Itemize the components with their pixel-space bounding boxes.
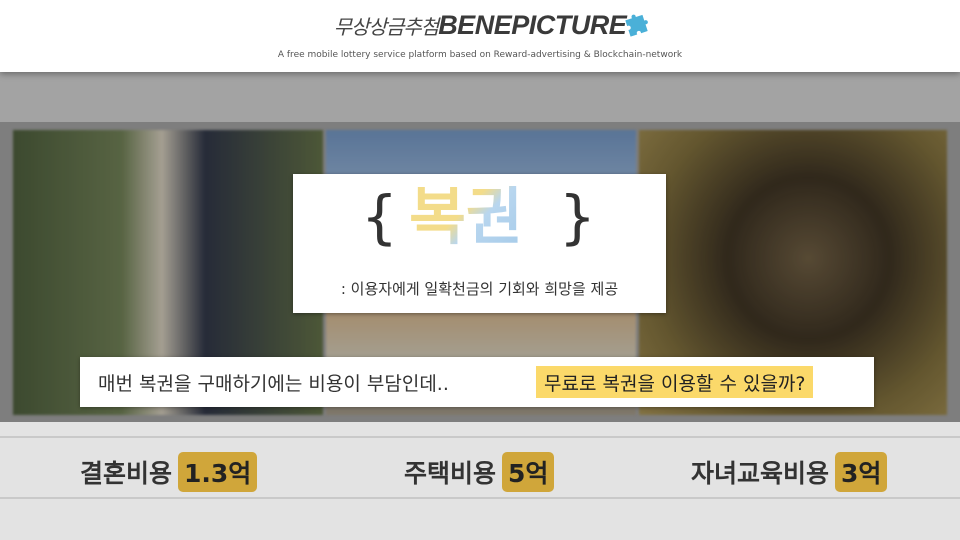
lottery-card: { 복권 } : 이용자에게 일확천금의 기회와 희망을 제공 [293,174,666,313]
header: 무상상금추첨BENEPICTURE A free mobile lottery … [0,0,960,72]
question-text: 매번 복권을 구매하기에는 비용이 부담인데.. [98,373,449,395]
brand-title: 무상상금추첨BENEPICTURE [0,10,960,46]
puzzle-piece-icon [625,14,648,37]
cost-label: 주택비용 [404,459,497,488]
brace-close: } [559,183,596,251]
cost-label: 결혼비용 [80,459,173,488]
question-highlight: 무료로 복권을 이용할 수 있을까? [536,366,814,398]
background-band [0,72,960,122]
cost-label: 자녀교육비용 [691,459,830,488]
divider-top [0,436,960,438]
cost-housing: 주택비용 5억 [404,452,555,492]
tagline: A free mobile lottery service platform b… [277,50,683,60]
brand-korean: 무상상금추첨 [333,15,439,39]
cost-education: 자녀교육비용 3억 [691,452,888,492]
lottery-description: : 이용자에게 일확천금의 기회와 희망을 제공 [340,280,619,298]
cost-amount: 1.3억 [178,452,258,492]
cost-amount: 5억 [502,452,555,492]
brace-open: { [361,183,398,251]
lottery-word: 복권 [409,180,524,253]
cost-amount: 3억 [835,452,888,492]
brand-english: BENEPICTURE [438,10,627,40]
cost-wedding: 결혼비용 1.3억 [80,452,258,492]
question-bar: 매번 복권을 구매하기에는 비용이 부담인데.. 무료로 복권을 이용할 수 있… [80,357,874,407]
divider-bottom [0,497,960,499]
